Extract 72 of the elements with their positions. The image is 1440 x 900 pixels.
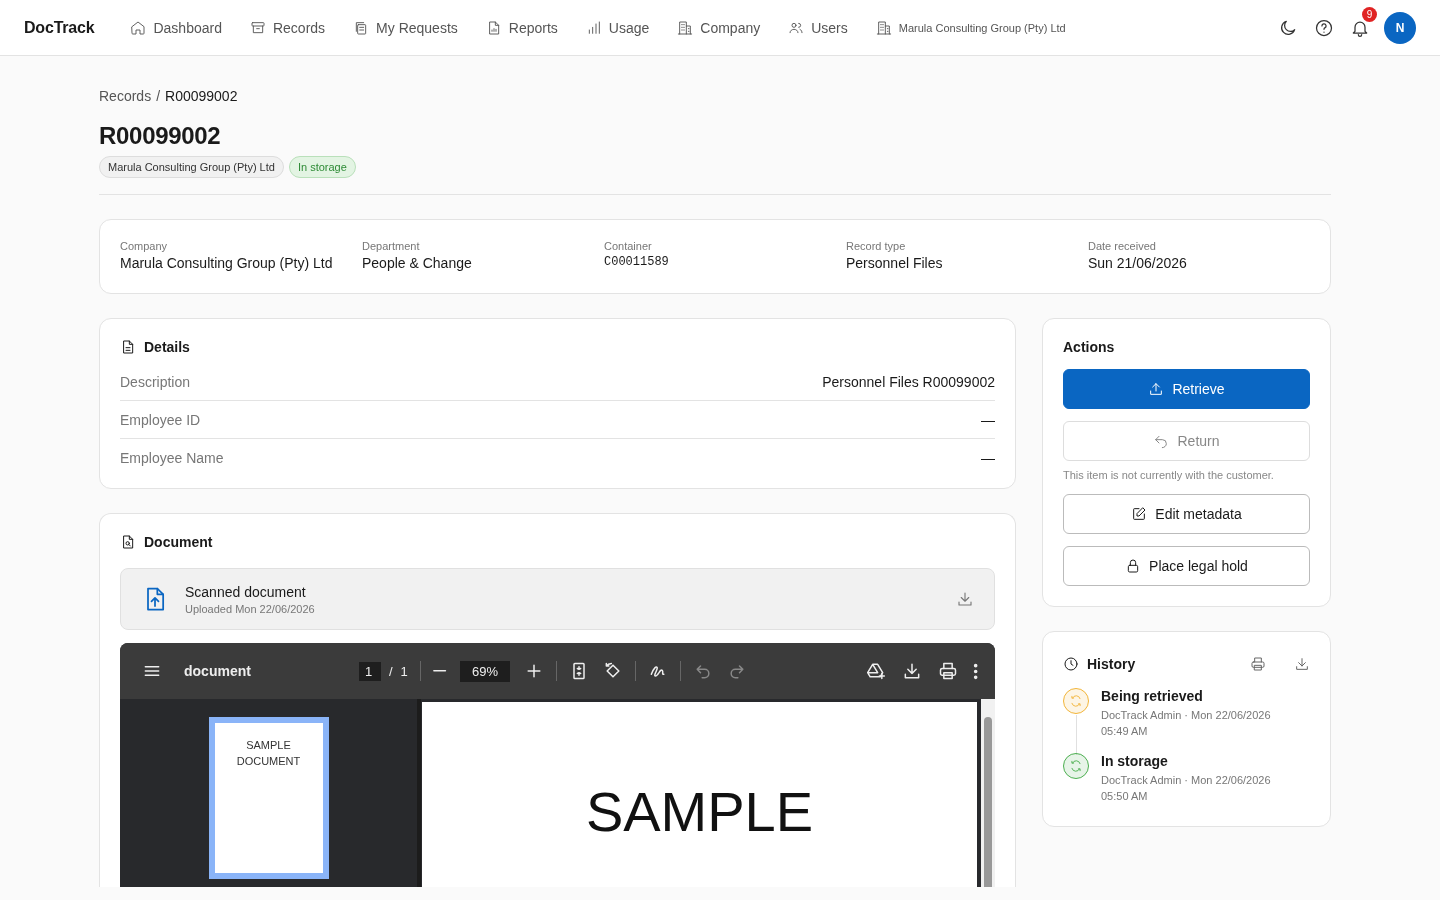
breadcrumb-link[interactable]: Records: [99, 88, 152, 104]
thumbnail-text: DOCUMENT: [235, 754, 302, 769]
more-icon: [973, 663, 977, 679]
detail-label: Employee Name: [120, 449, 224, 466]
nav-link[interactable]: Company: [677, 19, 761, 36]
zoom-field[interactable]: 69%: [460, 660, 511, 682]
record-title: R00099002: [99, 122, 222, 150]
field-value: Marula Consulting Group (Pty) Ltd: [120, 255, 333, 271]
breadcrumb-separator: /: [156, 88, 161, 104]
nav-link[interactable]: Dashboard: [130, 19, 222, 36]
field-label: Container: [604, 240, 652, 252]
print-icon: [937, 661, 958, 681]
home-icon: [130, 19, 147, 36]
card-title: History: [1087, 656, 1136, 672]
event-title: Being retrieved: [1101, 688, 1204, 704]
edit-icon: [1131, 506, 1148, 522]
nav-link[interactable]: Usage: [585, 19, 650, 36]
detail-label: Description: [120, 373, 191, 390]
card-title: Document: [144, 534, 213, 550]
file-name: Scanned document: [185, 583, 307, 600]
field-value: C00011589: [604, 255, 669, 269]
breadcrumb-current: R00099002: [165, 88, 238, 104]
event-time: 05:49 AM: [1101, 724, 1149, 739]
thumbnail-text: SAMPLE: [245, 738, 292, 753]
detail-value: —: [981, 411, 995, 428]
upload-icon: [1148, 381, 1165, 397]
page-count: 1: [400, 663, 408, 679]
page-separator: /: [388, 663, 393, 679]
field-value: Personnel Files: [846, 255, 943, 271]
event-meta: DocTrack Admin · Mon 22/06/2026: [1101, 773, 1271, 788]
help-icon: [1314, 17, 1334, 38]
building-icon: [677, 19, 694, 36]
event-title: In storage: [1101, 753, 1169, 769]
document-search-icon: [120, 534, 136, 550]
user-avatar[interactable]: N: [1384, 11, 1416, 44]
page-heading: SAMPLE: [584, 779, 815, 845]
helper-text: This item is not currently with the customer.: [1063, 469, 1275, 481]
page-thumbnail[interactable]: SAMPLE DOCUMENT: [208, 717, 329, 879]
nav-link[interactable]: My Requests: [353, 19, 458, 36]
field-value: Sun 21/06/2026: [1088, 255, 1187, 271]
status-tag: In storage: [288, 156, 356, 178]
card-title: Details: [144, 339, 190, 355]
page-number-input[interactable]: 1: [358, 661, 381, 681]
viewer-title: document: [184, 663, 251, 679]
file-upload-date: Uploaded Mon 22/06/2026: [185, 602, 315, 615]
field-label: Date received: [1088, 240, 1156, 252]
event-meta: DocTrack Admin · Mon 22/06/2026: [1101, 708, 1271, 723]
app-logo[interactable]: DocTrack: [24, 18, 95, 37]
field-label: Record type: [846, 240, 906, 252]
print-button[interactable]: [937, 661, 958, 681]
field-value: People & Change: [362, 255, 472, 271]
archive-icon: [249, 19, 266, 36]
detail-label: Employee ID: [120, 411, 201, 428]
action-button[interactable]: Edit metadata: [1063, 494, 1310, 534]
company-tag: Marula Consulting Group (Pty) Ltd: [99, 156, 284, 178]
card-title: Actions: [1063, 339, 1115, 355]
action-button[interactable]: Place legal hold: [1063, 546, 1310, 586]
document-icon: [120, 339, 136, 355]
nav-link[interactable]: Reports: [485, 19, 558, 36]
nav-link[interactable]: Users: [788, 19, 848, 36]
building-icon: [875, 19, 892, 36]
nav-link[interactable]: Records: [249, 19, 326, 36]
return-arrow-icon: [1153, 433, 1170, 449]
detail-value: —: [981, 449, 995, 466]
detail-value: Personnel Files R00099002: [822, 373, 995, 390]
event-time: 05:50 AM: [1101, 789, 1149, 804]
field-label: Company: [120, 240, 168, 252]
field-label: Department: [362, 240, 420, 252]
company-link[interactable]: Marula Consulting Group (Pty) Ltd: [875, 19, 1066, 36]
more-button[interactable]: [973, 663, 977, 679]
action-button[interactable]: Retrieve: [1063, 369, 1310, 409]
notification-count: 9: [1362, 6, 1377, 22]
